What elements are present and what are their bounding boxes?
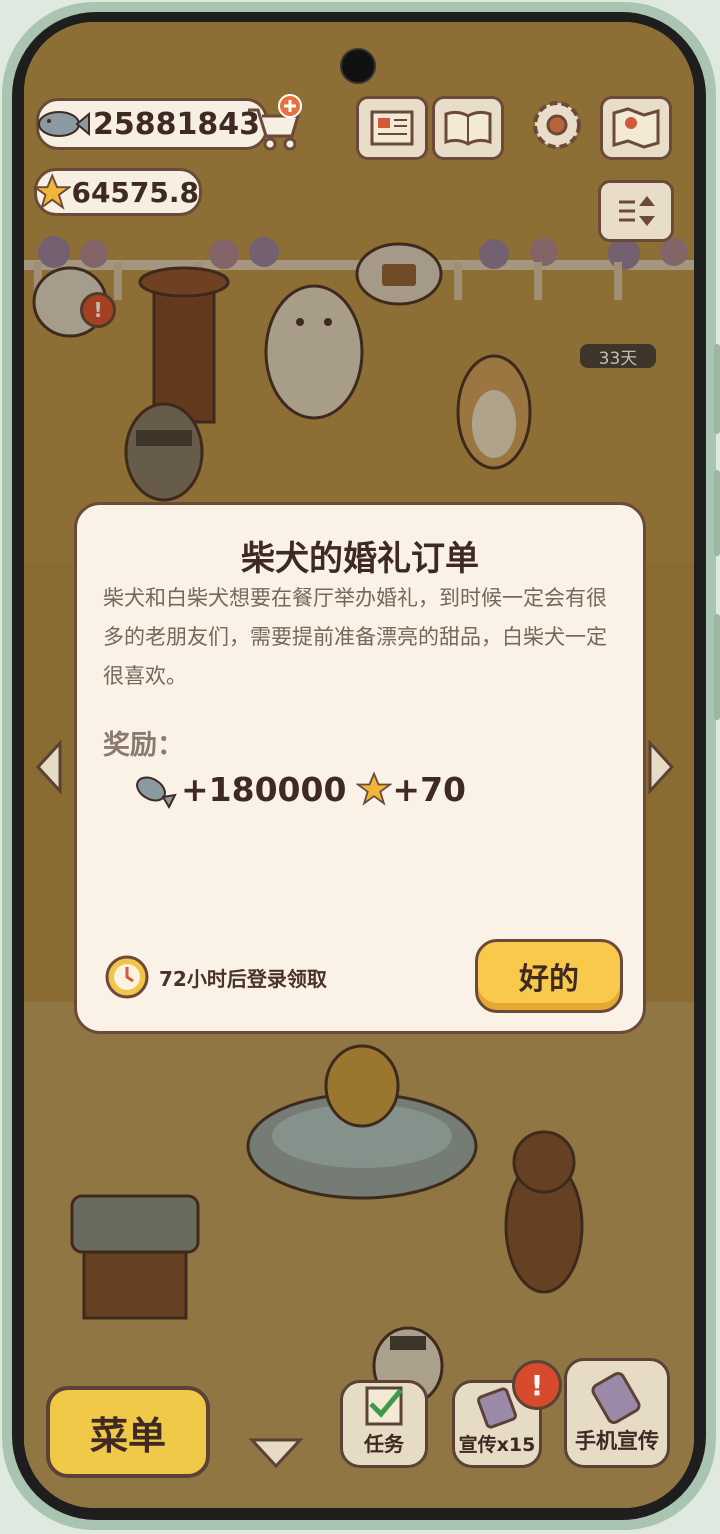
promo-alert-badge: ! [512, 1360, 562, 1410]
star-amount: 64575.8 [71, 175, 199, 209]
fish-icon [38, 111, 90, 137]
power-button [714, 614, 720, 720]
map-icon [612, 107, 660, 149]
chevron-down-icon[interactable] [248, 1434, 304, 1470]
book-icon [444, 110, 492, 146]
reward-list: +180000 +70 [133, 769, 466, 809]
gear-icon [533, 101, 581, 149]
star-icon [356, 771, 393, 806]
phone-promo-button[interactable]: 手机宣传 [564, 1358, 670, 1468]
menu-button[interactable]: 菜单 [46, 1386, 210, 1478]
ok-button[interactable]: 好的 [475, 939, 623, 1013]
volume-button [714, 344, 720, 434]
reward-label: 奖励： [103, 730, 184, 761]
newspaper-button[interactable] [356, 96, 428, 160]
task-button-label: 任务 [364, 1432, 404, 1456]
star-currency: 64575.8 [33, 168, 202, 216]
newspaper-icon [370, 110, 414, 146]
claim-timer: 72小时后登录领取 [101, 953, 327, 1001]
album-button[interactable] [432, 96, 504, 160]
promo-button-label: 宣传x15 [458, 1434, 536, 1456]
fish-reward: +180000 [181, 769, 347, 809]
game-screen: ! 33天 25881843 64575.8 柴犬的婚礼订单 柴犬和白柴犬想要在… [24, 22, 694, 1508]
star-icon [33, 173, 72, 210]
scroll-right-arrow-icon[interactable] [646, 740, 676, 794]
volume-button-2 [714, 470, 720, 556]
clock-icon [105, 955, 149, 999]
wedding-order-dialog: 柴犬的婚礼订单 柴犬和白柴犬想要在餐厅举办婚礼，到时候一定会有很多的老朋友们，需… [74, 502, 646, 1034]
claim-timer-text: 72小时后登录领取 [159, 966, 327, 991]
checklist-icon [365, 1386, 403, 1426]
map-button[interactable] [600, 96, 672, 160]
sort-toggle-button[interactable] [598, 180, 674, 242]
phone-promo-button-label: 手机宣传 [575, 1429, 659, 1453]
phone-promo-icon [591, 1372, 641, 1424]
menu-button-label: 菜单 [89, 1413, 166, 1458]
fish-amount: 25881843 [93, 106, 260, 142]
dialog-title: 柴犬的婚礼订单 [241, 539, 479, 579]
star-reward: +70 [392, 769, 466, 809]
fish-icon [136, 776, 177, 809]
task-button[interactable]: 任务 [340, 1380, 428, 1468]
fish-currency: 25881843 [36, 98, 268, 150]
scroll-left-arrow-icon[interactable] [34, 740, 64, 794]
sort-icon [619, 196, 655, 226]
dialog-description: 柴犬和白柴犬想要在餐厅举办婚礼，到时候一定会有很多的老朋友们，需要提前准备漂亮的… [103, 586, 607, 688]
shop-cart-add-icon[interactable] [242, 92, 304, 154]
front-camera [340, 48, 376, 84]
settings-button[interactable] [524, 96, 590, 154]
